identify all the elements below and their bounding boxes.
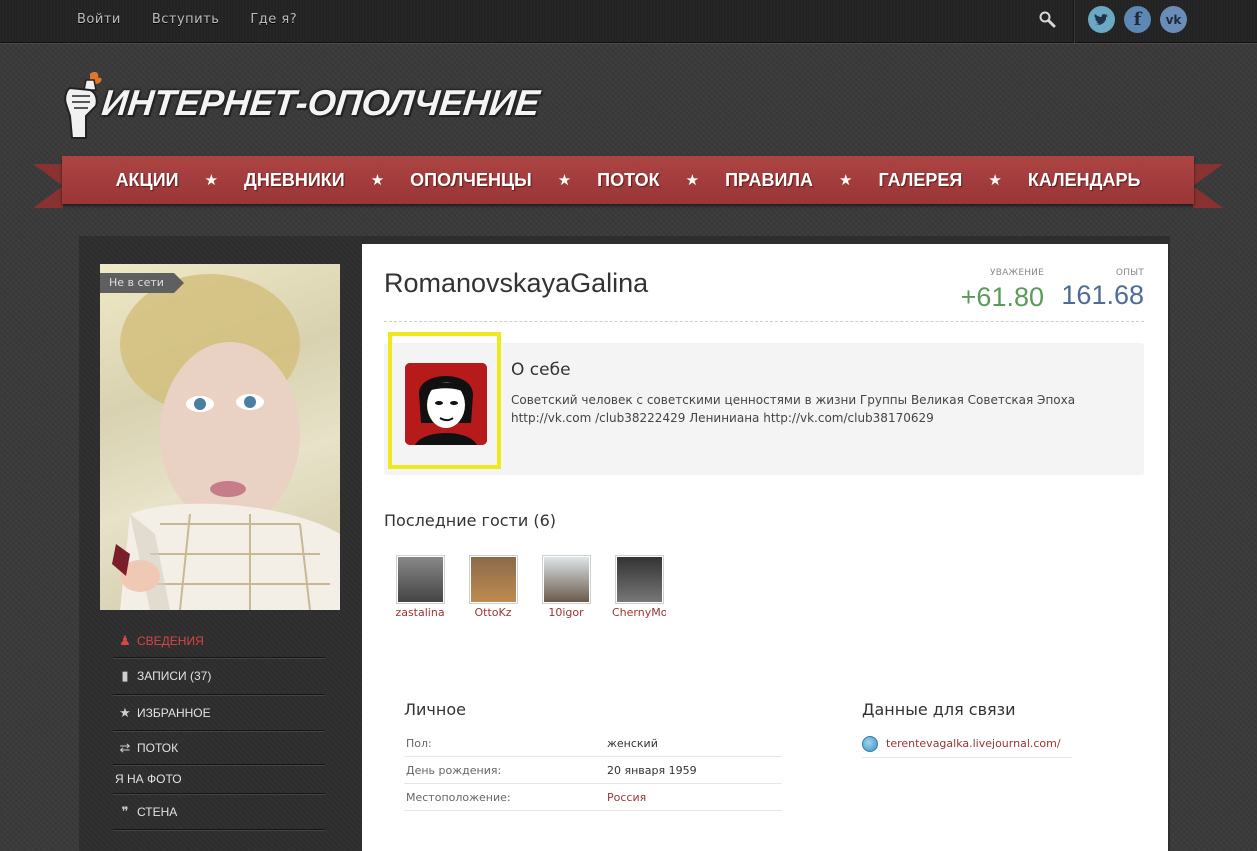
sidebar-item-label: ИЗБРАННОЕ xyxy=(137,705,211,720)
search-icon xyxy=(1039,11,1056,28)
respect-value: +61.80 xyxy=(960,282,1044,312)
status-badge: Не в сети xyxy=(100,273,184,293)
sidebar-item-info[interactable]: ♟ СВЕДЕНИЯ xyxy=(113,624,325,658)
about-image[interactable] xyxy=(405,363,487,445)
where-am-i-link[interactable]: Где я? xyxy=(250,12,297,27)
nav-separator-star-icon: ★ xyxy=(685,171,700,189)
nav-separator-star-icon: ★ xyxy=(370,171,385,189)
table-row: Пол: женский xyxy=(404,730,782,757)
nav-separator-star-icon: ★ xyxy=(839,171,853,189)
guest-name[interactable]: ChernyMo xyxy=(612,606,666,619)
logo-text: ИНТЕРНЕТ-ОПОЛЧЕНИЕ xyxy=(99,82,542,123)
join-link[interactable]: Вступить xyxy=(152,12,220,27)
twitter-button[interactable] xyxy=(1088,6,1115,33)
guest-item[interactable]: OttoKz xyxy=(458,555,528,619)
globe-icon xyxy=(862,735,878,752)
top-nav: Войти Вступить Где я? xyxy=(77,12,328,27)
guest-avatar xyxy=(395,555,445,604)
sidebar-item-favorites[interactable]: ★ ИЗБРАННОЕ xyxy=(113,695,325,731)
vk-icon: vk xyxy=(1165,12,1182,27)
table-row: Местоположение: Россия xyxy=(404,784,782,811)
guest-name[interactable]: zastalina xyxy=(393,606,447,619)
avatar-photo xyxy=(112,274,340,610)
nav-item-militia[interactable]: ОПОЛЧЕНЦЫ xyxy=(410,170,532,191)
table-row: День рождения: 20 января 1959 xyxy=(404,757,782,784)
row-value: 20 января 1959 xyxy=(607,763,697,777)
sidebar-item-label: ПОТОК xyxy=(137,740,179,755)
guest-item[interactable]: zastalina xyxy=(385,555,455,619)
sidebar-item-label: СВЕДЕНИЯ xyxy=(137,633,204,648)
guest-name[interactable]: 10igor xyxy=(539,606,593,619)
portrait-icon xyxy=(405,363,487,445)
contact-row: terentevagalka.livejournal.com/ xyxy=(862,730,1072,758)
sidebar-item-label: ЗАПИСИ (37) xyxy=(137,669,212,683)
sidebar-item-posts[interactable]: ▮ ЗАПИСИ (37) xyxy=(113,658,325,695)
personal-table: Пол: женский День рождения: 20 января 19… xyxy=(404,730,782,811)
contact-link[interactable]: terentevagalka.livejournal.com/ xyxy=(886,737,1061,750)
nav-item-calendar[interactable]: КАЛЕНДАРЬ xyxy=(1028,170,1141,191)
facebook-icon: f xyxy=(1133,9,1142,30)
contacts-title: Данные для связи xyxy=(862,700,1016,719)
quote-icon: ❞ xyxy=(121,803,129,819)
guest-item[interactable]: ChernyMo xyxy=(604,555,674,619)
nav-separator-star-icon: ★ xyxy=(557,171,572,189)
profile-menu: ♟ СВЕДЕНИЯ ▮ ЗАПИСИ (37) ★ ИЗБРАННОЕ ⇄ П… xyxy=(113,624,325,830)
retweet-icon: ⇄ xyxy=(119,739,131,755)
login-link[interactable]: Войти xyxy=(77,12,121,27)
vk-button[interactable]: vk xyxy=(1160,6,1187,33)
guests-title: Последние гости (6) xyxy=(384,511,556,530)
experience-value: 161.68 xyxy=(1061,280,1144,310)
guest-avatar xyxy=(614,555,664,604)
facebook-button[interactable]: f xyxy=(1124,6,1151,33)
guest-avatar xyxy=(468,555,518,604)
nav-item-diaries[interactable]: ДНЕВНИКИ xyxy=(244,170,345,191)
about-text: Советский человек с советскими ценностям… xyxy=(511,393,1076,425)
nav-separator-star-icon: ★ xyxy=(988,171,1002,189)
respect-label: УВАЖЕНИЕ xyxy=(990,268,1044,278)
twitter-icon xyxy=(1094,13,1108,25)
main-nav: АКЦИИ ★ ДНЕВНИКИ ★ ОПОЛЧЕНЦЫ ★ ПОТОК ★ П… xyxy=(33,156,1223,211)
row-key: Местоположение: xyxy=(406,790,511,804)
guest-name[interactable]: OttoKz xyxy=(466,606,520,619)
nav-item-rules[interactable]: ПРАВИЛА xyxy=(725,170,813,191)
sidebar-item-wall[interactable]: ❞ СТЕНА xyxy=(113,794,325,830)
search-button[interactable] xyxy=(1038,10,1058,30)
fist-torch-icon xyxy=(64,71,102,139)
user-icon: ♟ xyxy=(119,632,131,648)
row-key: Пол: xyxy=(406,736,432,750)
experience-label: ОПЫТ xyxy=(1115,268,1144,278)
sidebar-item-label: Я НА ФОТО xyxy=(115,772,182,786)
main-nav-ribbon: АКЦИИ ★ ДНЕВНИКИ ★ ОПОЛЧЕНЦЫ ★ ПОТОК ★ П… xyxy=(62,156,1194,204)
profile-avatar[interactable] xyxy=(100,264,340,610)
header-divider xyxy=(384,321,1144,322)
guest-item[interactable]: 10igor xyxy=(531,555,601,619)
site-logo[interactable]: ИНТЕРНЕТ-ОПОЛЧЕНИЕ xyxy=(60,68,550,143)
top-divider xyxy=(1073,0,1074,43)
sidebar-item-stream[interactable]: ⇄ ПОТОК xyxy=(113,731,325,765)
nav-item-stream[interactable]: ПОТОК xyxy=(597,170,659,191)
nav-item-actions[interactable]: АКЦИИ xyxy=(116,170,179,191)
row-key: День рождения: xyxy=(406,763,502,777)
about-title: О себе xyxy=(511,360,571,380)
nav-item-gallery[interactable]: ГАЛЕРЕЯ xyxy=(879,170,963,191)
mouse-icon: ▮ xyxy=(121,668,129,683)
row-value: женский xyxy=(607,736,658,750)
personal-title: Личное xyxy=(404,700,466,719)
location-link[interactable]: Россия xyxy=(607,791,646,804)
sidebar-item-label: СТЕНА xyxy=(137,804,178,819)
ribbon-tail-right xyxy=(1193,164,1223,208)
ribbon-tail-left xyxy=(33,164,63,208)
star-icon: ★ xyxy=(119,704,131,720)
sidebar-item-in-photo[interactable]: Я НА ФОТО xyxy=(113,765,325,794)
page-title: RomanovskayaGalina xyxy=(384,268,649,298)
nav-separator-star-icon: ★ xyxy=(204,171,219,189)
guest-avatar xyxy=(541,555,591,604)
